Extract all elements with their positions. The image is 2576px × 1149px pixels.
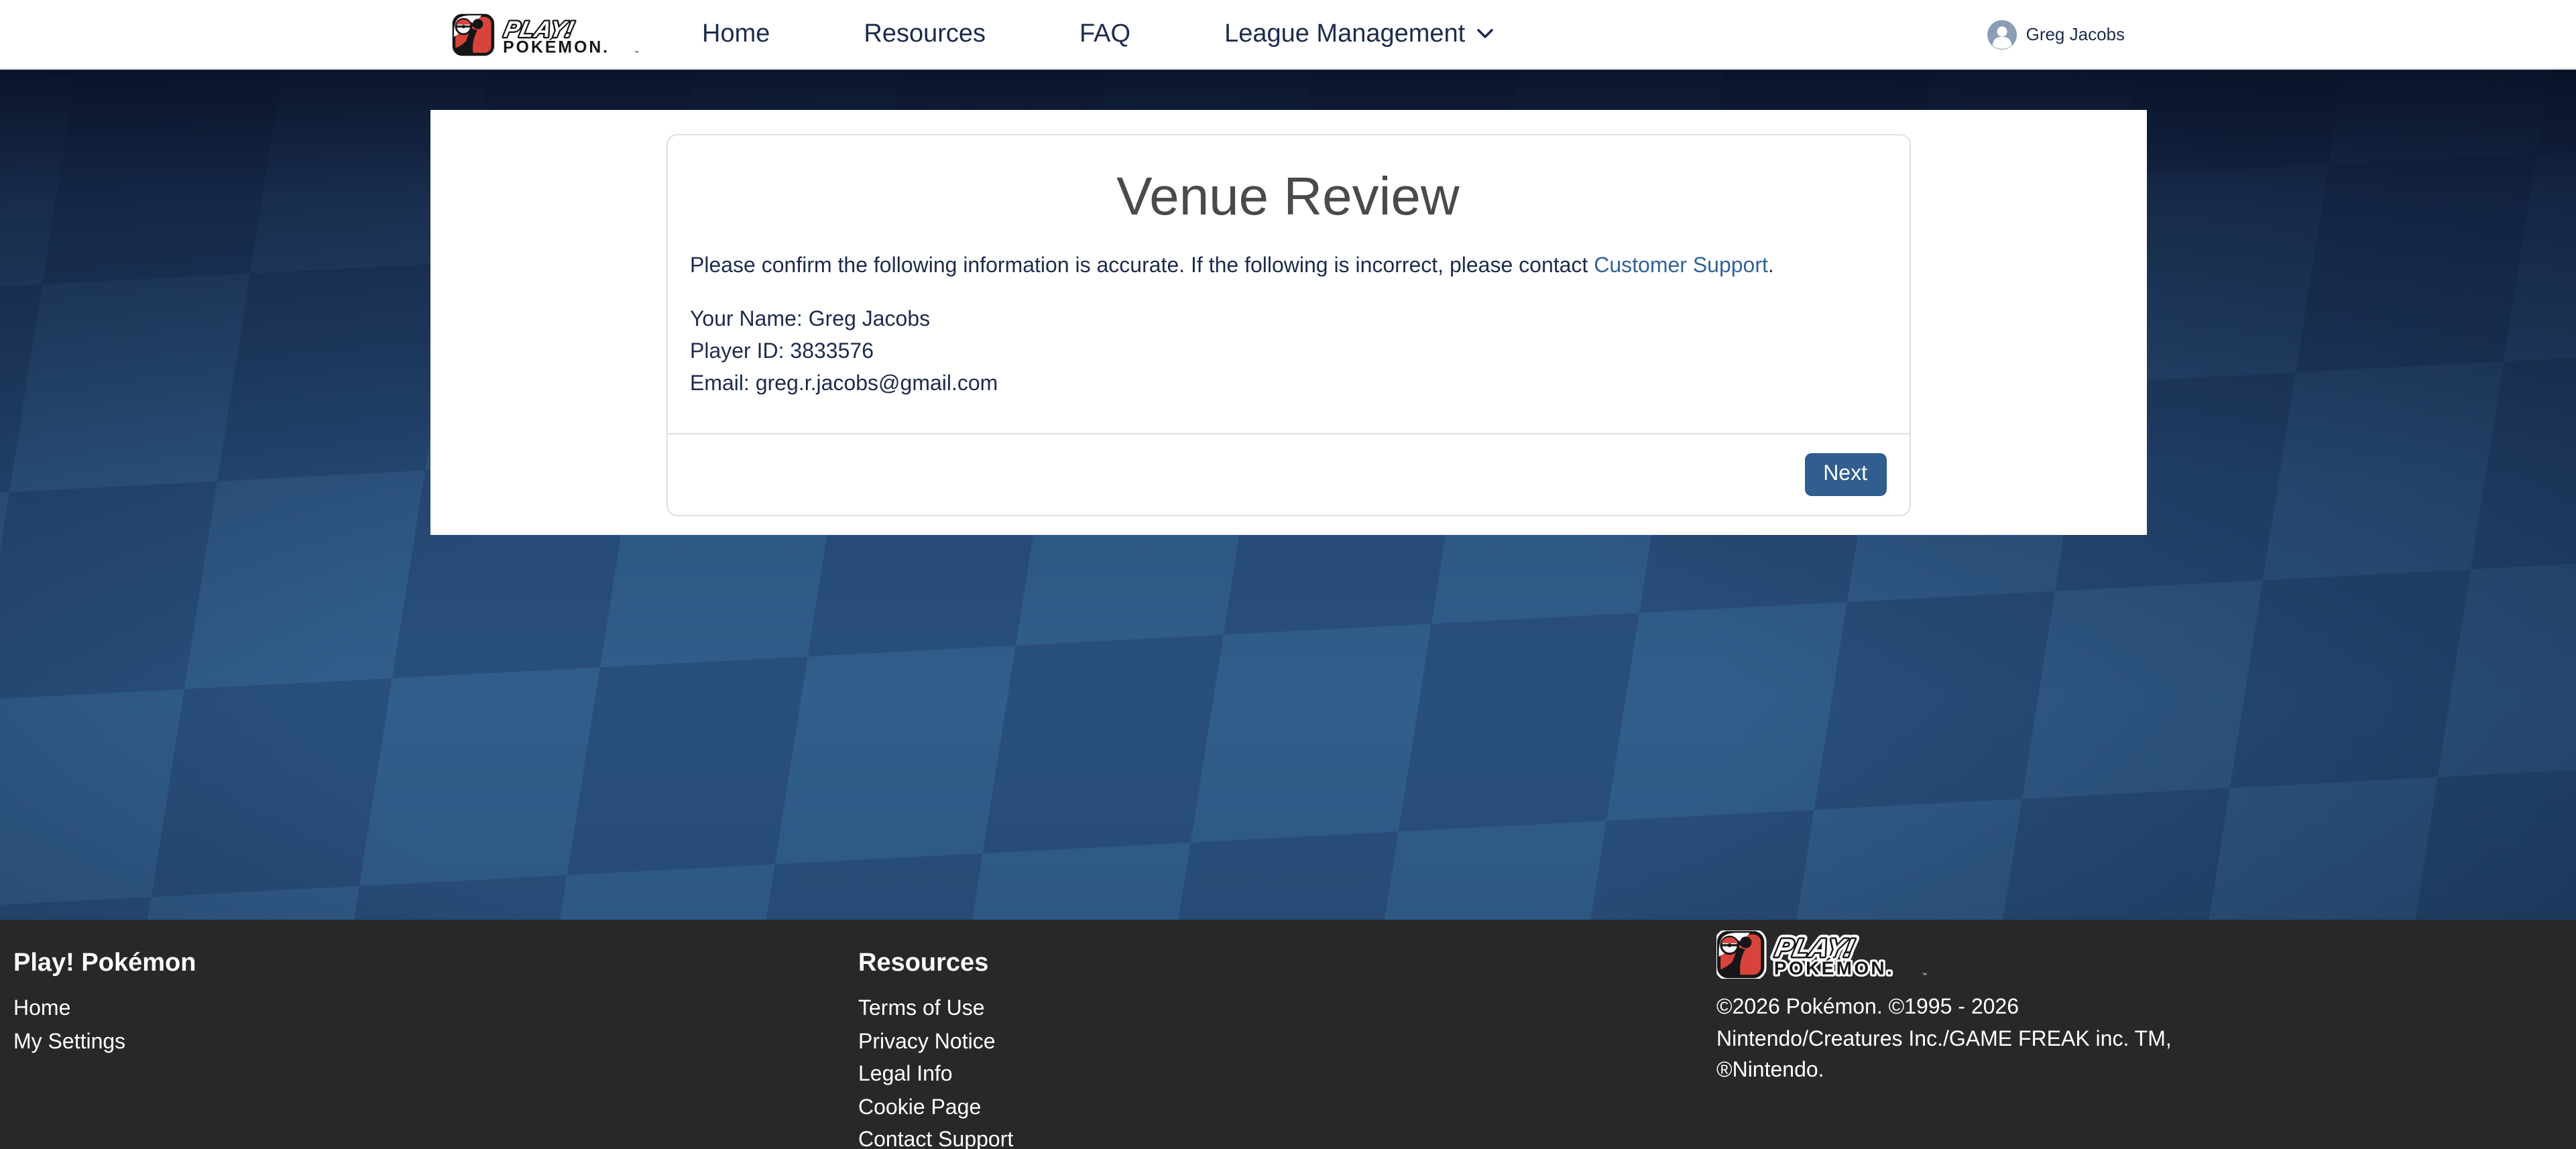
page-title: Venue Review [690, 168, 1886, 227]
footer-column-play-pokemon: Play! Pokémon Home My Settings [0, 920, 858, 1149]
footer-link-privacy-notice[interactable]: Privacy Notice [858, 1026, 1716, 1059]
field-email-value: greg.r.jacobs@gmail.com [756, 373, 998, 396]
confirm-instructions: Please confirm the following information… [690, 251, 1886, 283]
primary-nav: Home Resources FAQ League Management [702, 0, 1493, 68]
field-email: Email: greg.r.jacobs@gmail.com [690, 369, 1886, 401]
field-player-id-value: 3833576 [790, 341, 874, 363]
page: PLAY! PLAY! POKÉMON. POKÉMON. ™ Home Res… [0, 0, 2576, 1149]
intro-text-before: Please confirm the following information… [690, 255, 1594, 278]
footer-link-home[interactable]: Home [13, 993, 858, 1026]
user-avatar-icon [1987, 19, 2017, 49]
navbar-container: PLAY! PLAY! POKÉMON. POKÉMON. ™ Home Res… [430, 0, 2146, 68]
footer-heading-resources: Resources [858, 947, 1716, 981]
nav-faq[interactable]: FAQ [1079, 0, 1130, 69]
play-pokemon-logo-icon: PLAY! PLAY! POKÉMON. POKÉMON. ™ [1716, 930, 1930, 979]
copyright-line-1: ©2026 Pokémon. ©1995 - 2026 [1716, 996, 2019, 1019]
user-name: Greg Jacobs [2026, 24, 2125, 44]
field-player-id-label: Player ID: [690, 341, 784, 363]
content-panel: Venue Review Please confirm the followin… [430, 110, 2146, 535]
footer-column-resources: Resources Terms of Use Privacy Notice Le… [858, 920, 1716, 1149]
player-info: Your Name: Greg Jacobs Player ID: 383357… [690, 304, 1886, 401]
footer-heading-play-pokemon: Play! Pokémon [13, 947, 858, 981]
footer-link-cookie-page[interactable]: Cookie Page [858, 1092, 1716, 1125]
svg-text:POKÉMON.: POKÉMON. [1774, 958, 1894, 979]
field-player-id: Player ID: 3833576 [690, 337, 1886, 369]
svg-text:POKÉMON.: POKÉMON. [502, 37, 609, 56]
chevron-down-icon [1476, 28, 1493, 40]
play-pokemon-logo-icon: PLAY! PLAY! POKÉMON. POKÉMON. ™ [451, 13, 640, 56]
card-footer: Next [667, 433, 1909, 515]
intro-text-after: . [1768, 255, 1774, 278]
nav-home[interactable]: Home [702, 0, 770, 69]
next-button[interactable]: Next [1804, 453, 1886, 496]
nav-league-management-label: League Management [1224, 0, 1465, 69]
nav-league-management[interactable]: League Management [1224, 0, 1493, 69]
copyright-line-3: ®Nintendo. [1716, 1059, 1824, 1082]
footer-play-pokemon-logo: PLAY! PLAY! POKÉMON. POKÉMON. ™ [1716, 930, 1930, 979]
copyright-line-2: Nintendo/Creatures Inc./GAME FREAK inc. … [1716, 1028, 2172, 1050]
play-pokemon-logo[interactable]: PLAY! PLAY! POKÉMON. POKÉMON. ™ [451, 13, 640, 56]
customer-support-link[interactable]: Customer Support [1594, 255, 1768, 278]
user-menu[interactable]: Greg Jacobs [1987, 19, 2125, 49]
footer-link-my-settings[interactable]: My Settings [13, 1026, 858, 1059]
nav-resources[interactable]: Resources [864, 0, 986, 69]
main-content: Venue Review Please confirm the followin… [0, 110, 2576, 535]
footer-link-legal-info[interactable]: Legal Info [858, 1059, 1716, 1092]
copyright-text: ©2026 Pokémon. ©1995 - 2026 Nintendo/Cre… [1716, 992, 2188, 1087]
footer-link-contact-support[interactable]: Contact Support [858, 1125, 1716, 1149]
card-body: Venue Review Please confirm the followin… [667, 135, 1909, 433]
top-navbar: PLAY! PLAY! POKÉMON. POKÉMON. ™ Home Res… [0, 0, 2576, 70]
field-your-name-label: Your Name: [690, 308, 803, 331]
venue-review-card: Venue Review Please confirm the followin… [666, 134, 1910, 516]
footer-link-terms-of-use[interactable]: Terms of Use [858, 993, 1716, 1026]
field-your-name: Your Name: Greg Jacobs [690, 304, 1886, 337]
field-email-label: Email: [690, 373, 750, 396]
svg-text:™: ™ [1922, 972, 1927, 978]
svg-text:™: ™ [634, 50, 638, 55]
field-your-name-value: Greg Jacobs [809, 308, 930, 331]
page-footer: Play! Pokémon Home My Settings Resources… [0, 920, 2576, 1149]
footer-column-brand: PLAY! PLAY! POKÉMON. POKÉMON. ™ ©2026 Po… [1716, 920, 2576, 1149]
